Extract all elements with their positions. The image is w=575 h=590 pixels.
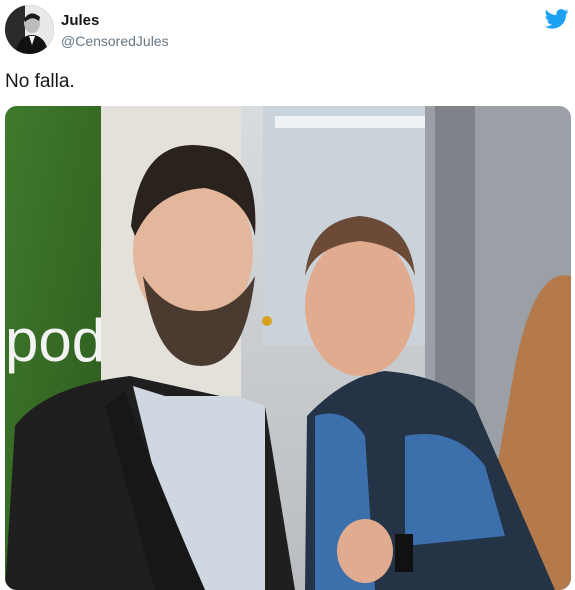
poster-text: pod [5, 307, 105, 374]
tweet-card: Jules @CensoredJules No falla. pod [0, 0, 575, 590]
tweet-header: Jules @CensoredJules [0, 0, 575, 60]
author-handle[interactable]: @CensoredJules [61, 33, 169, 49]
tweet-photo[interactable]: pod [5, 106, 571, 590]
twitter-bird-icon[interactable] [545, 9, 569, 29]
author-name[interactable]: Jules [61, 12, 99, 29]
tweet-text: No falla. [5, 71, 75, 92]
avatar[interactable] [5, 5, 54, 54]
